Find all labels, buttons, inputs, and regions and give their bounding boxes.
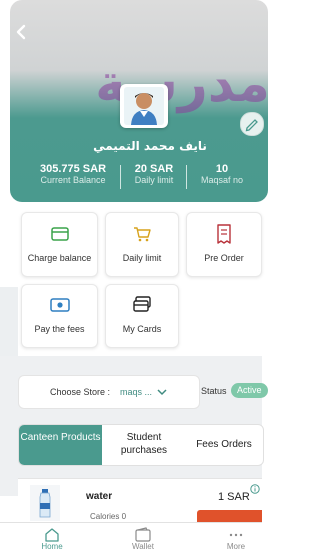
stat-maqsaf-no: 10 Maqsaf no bbox=[190, 163, 254, 185]
wallet-icon bbox=[135, 527, 151, 542]
cash-icon bbox=[50, 298, 70, 312]
info-icon[interactable] bbox=[250, 484, 260, 494]
side-band bbox=[0, 287, 18, 356]
nav-label: Home bbox=[41, 542, 63, 551]
tab-label: Student purchases bbox=[120, 432, 168, 456]
home-icon bbox=[45, 528, 59, 542]
my-cards-button[interactable]: My Cards bbox=[105, 284, 179, 348]
more-icon bbox=[229, 533, 243, 537]
pay-fees-button[interactable]: Pay the fees bbox=[21, 284, 98, 348]
pencil-icon bbox=[245, 119, 258, 132]
card-icon bbox=[51, 227, 69, 241]
tab-canteen-products[interactable]: Canteen Products bbox=[19, 425, 102, 465]
nav-more[interactable]: More bbox=[206, 527, 266, 551]
stat-value: 20 SAR bbox=[134, 163, 174, 175]
stat-divider bbox=[120, 165, 121, 189]
card-label: Pay the fees bbox=[34, 324, 85, 334]
receipt-icon bbox=[217, 224, 231, 244]
water-bottle-icon bbox=[30, 485, 60, 521]
product-calories: Calories 0 bbox=[90, 512, 127, 521]
product-name: water bbox=[86, 491, 113, 502]
avatar bbox=[120, 84, 168, 128]
nav-wallet[interactable]: Wallet bbox=[113, 527, 173, 551]
tab-label: Fees Orders bbox=[196, 439, 252, 450]
stat-label: Maqsaf no bbox=[200, 175, 244, 185]
tab-student-purchases[interactable]: Student purchases bbox=[105, 425, 183, 465]
stat-value: 10 bbox=[215, 163, 229, 175]
pre-order-button[interactable]: Pre Order bbox=[186, 212, 262, 277]
card-label: Pre Order bbox=[204, 253, 244, 263]
product-price: 1 SAR bbox=[218, 491, 250, 503]
tab-label: Canteen Products bbox=[20, 432, 101, 443]
stat-label: Daily limit bbox=[134, 175, 174, 185]
store-value: maqs ... bbox=[120, 387, 153, 397]
status-label: Status bbox=[201, 386, 227, 396]
stat-divider bbox=[186, 165, 187, 189]
cards-icon bbox=[133, 296, 151, 312]
bottom-navigation: Home Wallet More bbox=[0, 522, 262, 558]
stat-value: 305.775 SAR bbox=[39, 163, 107, 175]
tab-fees-orders[interactable]: Fees Orders bbox=[185, 425, 263, 465]
stat-daily-limit: 20 SAR Daily limit bbox=[124, 163, 184, 185]
charge-balance-button[interactable]: Charge balance bbox=[21, 212, 98, 277]
daily-limit-button[interactable]: Daily limit bbox=[105, 212, 179, 277]
student-avatar-icon bbox=[124, 87, 164, 125]
card-label: Charge balance bbox=[27, 253, 92, 263]
card-label: Daily limit bbox=[122, 253, 162, 263]
user-name: نايف محمد التميمي bbox=[93, 139, 207, 153]
edit-profile-button[interactable] bbox=[240, 112, 264, 136]
status-badge: Active bbox=[231, 383, 268, 398]
tab-bar: Canteen Products Student purchases Fees … bbox=[18, 424, 264, 466]
stat-balance: 305.775 SAR Current Balance bbox=[28, 163, 118, 185]
chevron-down-icon bbox=[157, 389, 167, 396]
store-label: Choose Store : bbox=[50, 387, 111, 397]
card-label: My Cards bbox=[122, 324, 162, 334]
store-selector[interactable]: Choose Store : maqs ... bbox=[18, 375, 200, 409]
nav-home[interactable]: Home bbox=[22, 527, 82, 551]
nav-label: More bbox=[226, 542, 246, 551]
stat-label: Current Balance bbox=[40, 175, 106, 185]
back-arrow-icon[interactable] bbox=[14, 24, 30, 40]
nav-label: Wallet bbox=[132, 542, 154, 551]
cart-icon bbox=[134, 227, 151, 242]
